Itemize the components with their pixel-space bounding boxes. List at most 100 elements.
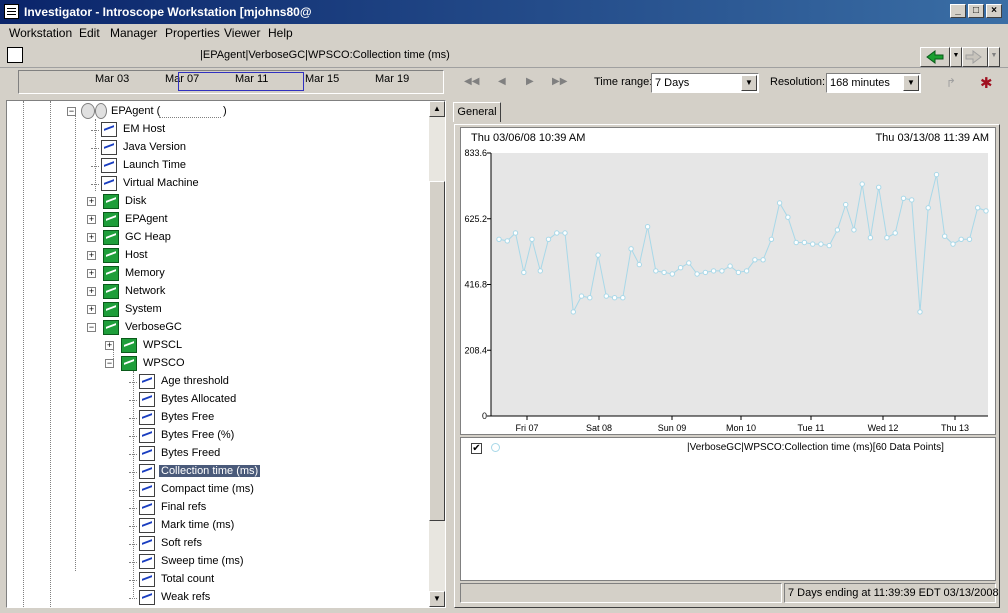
tree-metric-node[interactable]: EM Host: [91, 121, 359, 139]
timeline-track[interactable]: Mar 03 Mar 07 Mar 11 Mar 15 Mar 19: [18, 70, 444, 94]
expand-icon[interactable]: +: [87, 305, 96, 314]
tree-node-label: Network: [125, 285, 166, 297]
expand-icon[interactable]: +: [87, 215, 96, 224]
tree-folder-node[interactable]: + GC Heap: [87, 229, 347, 247]
data-point: [735, 269, 742, 276]
timeline-slider[interactable]: Mar 03 Mar 07 Mar 11 Mar 15 Mar 19: [6, 70, 446, 96]
metric-icon: [139, 500, 155, 515]
scroll-down-icon[interactable]: ▼: [429, 591, 445, 607]
tree-node-label: Bytes Allocated: [161, 393, 237, 405]
tree-scrollbar[interactable]: ▲ ▼: [429, 101, 445, 607]
tree-folder-node[interactable]: + WPSCL: [105, 337, 365, 355]
expand-icon[interactable]: +: [105, 341, 114, 350]
tree-metric-node[interactable]: Bytes Freed: [129, 445, 397, 463]
agent-gear-icon: [81, 103, 95, 119]
expand-icon[interactable]: +: [87, 251, 96, 260]
metric-icon: [139, 518, 155, 533]
data-point: [644, 224, 651, 230]
close-button[interactable]: ×: [986, 4, 1002, 18]
menu-edit[interactable]: Edit: [79, 26, 100, 40]
forward-history-dropdown[interactable]: ▼: [988, 47, 1000, 67]
tree-metric-node[interactable]: Java Version: [91, 139, 359, 157]
tree-metric-node[interactable]: Bytes Free (%): [129, 427, 397, 445]
collapse-icon[interactable]: −: [67, 107, 76, 116]
time-controls: ◀◀ ◀ ▶ ▶▶ Time range: 7 Days ▼ Resolutio…: [450, 70, 1008, 96]
scroll-up-icon[interactable]: ▲: [429, 101, 445, 117]
collapse-icon[interactable]: −: [87, 323, 96, 332]
series-visible-checkbox[interactable]: ✔: [471, 443, 482, 454]
metric-icon: [139, 392, 155, 407]
tree-folder-node[interactable]: − WPSCO: [105, 355, 365, 373]
metric-folder-icon: [103, 302, 119, 317]
tree-node-label: Disk: [125, 195, 147, 207]
tree-folder-node[interactable]: + Disk: [87, 193, 347, 211]
data-point: [793, 239, 799, 246]
tree-metric-node[interactable]: Age threshold: [129, 373, 397, 391]
tree-metric-node[interactable]: Compact time (ms): [129, 481, 397, 499]
expand-icon[interactable]: +: [87, 287, 96, 296]
menu-workstation[interactable]: Workstation: [9, 26, 72, 40]
tree-metric-node[interactable]: Collection time (ms): [129, 463, 397, 481]
time-range-select[interactable]: 7 Days ▼: [651, 73, 759, 93]
title-bar: Investigator - Introscope Workstation [m…: [0, 0, 1008, 24]
menu-help[interactable]: Help: [268, 26, 293, 40]
tree-node-label: WPSCL: [143, 339, 183, 351]
data-point: [694, 271, 700, 277]
tree-node-label: EPAgent: [125, 213, 168, 225]
line-chart[interactable]: 0 208.4 416.8 625.2 833.6 Fri 07 Sat 08 Sun 09 M…: [461, 128, 995, 434]
live-star-icon[interactable]: ✱: [980, 74, 993, 92]
tree-metric-node[interactable]: Launch Time: [91, 157, 359, 175]
tree-metric-node[interactable]: Bytes Allocated: [129, 391, 397, 409]
tree-folder-node[interactable]: + EPAgent: [87, 211, 347, 229]
back-history-dropdown[interactable]: ▼: [950, 47, 962, 67]
data-point: [545, 236, 552, 243]
data-point: [975, 205, 981, 211]
tree-folder-node[interactable]: + System: [87, 301, 347, 319]
tree-metric-node[interactable]: Soft refs: [129, 535, 397, 553]
collapse-icon[interactable]: −: [105, 359, 114, 368]
minimize-button[interactable]: _: [950, 4, 966, 18]
back-button[interactable]: [920, 47, 950, 67]
rewind-icon[interactable]: ◀◀: [464, 76, 479, 87]
resolution-select[interactable]: 168 minutes ▼: [826, 73, 921, 93]
tree-node-label: GC Heap: [125, 231, 171, 243]
menu-properties[interactable]: Properties: [165, 26, 220, 40]
tree-metric-node[interactable]: Bytes Free: [129, 409, 397, 427]
data-point: [743, 268, 750, 274]
step-back-icon[interactable]: ◀: [498, 76, 506, 87]
expand-icon[interactable]: +: [87, 269, 96, 278]
live-mode-icon[interactable]: ↱: [946, 76, 956, 90]
tab-general[interactable]: General: [453, 102, 501, 122]
tree-node-label: Host: [125, 249, 148, 261]
data-point: [578, 293, 585, 299]
tree-metric-node[interactable]: Mark time (ms): [129, 517, 397, 535]
forward-button[interactable]: [962, 47, 988, 67]
tree-metric-node[interactable]: Final refs: [129, 499, 397, 517]
tree-metric-node[interactable]: Virtual Machine: [91, 175, 359, 193]
data-point: [628, 246, 634, 252]
data-point: [942, 233, 948, 239]
tree-metric-node[interactable]: Weak refs: [129, 589, 397, 607]
graph-frame: Thu 03/06/08 10:39 AM Thu 03/13/08 11:39…: [454, 124, 1000, 608]
tree-node-epagent-root[interactable]: − EPAgent ( ): [67, 103, 267, 121]
timeline-window-handle[interactable]: [178, 72, 304, 91]
data-point: [884, 235, 890, 241]
menu-manager[interactable]: Manager: [110, 26, 157, 40]
menu-viewer[interactable]: Viewer: [224, 26, 260, 40]
expand-icon[interactable]: +: [87, 197, 96, 206]
tree-metric-node[interactable]: Total count: [129, 571, 397, 589]
data-point: [669, 271, 676, 277]
data-point: [917, 309, 923, 315]
tree-metric-node[interactable]: Sweep time (ms): [129, 553, 397, 571]
play-icon[interactable]: ▶: [526, 76, 534, 87]
scroll-thumb[interactable]: [429, 181, 445, 521]
tree-folder-node[interactable]: + Host: [87, 247, 347, 265]
metric-icon: [139, 464, 155, 479]
tree-folder-node[interactable]: + Network: [87, 283, 347, 301]
tree-folder-node[interactable]: − VerboseGC: [87, 319, 347, 337]
expand-icon[interactable]: +: [87, 233, 96, 242]
maximize-button[interactable]: □: [968, 4, 984, 18]
x-tick-label: Fri 07: [515, 423, 538, 433]
tree-folder-node[interactable]: + Memory: [87, 265, 347, 283]
fast-forward-icon[interactable]: ▶▶: [552, 76, 567, 87]
